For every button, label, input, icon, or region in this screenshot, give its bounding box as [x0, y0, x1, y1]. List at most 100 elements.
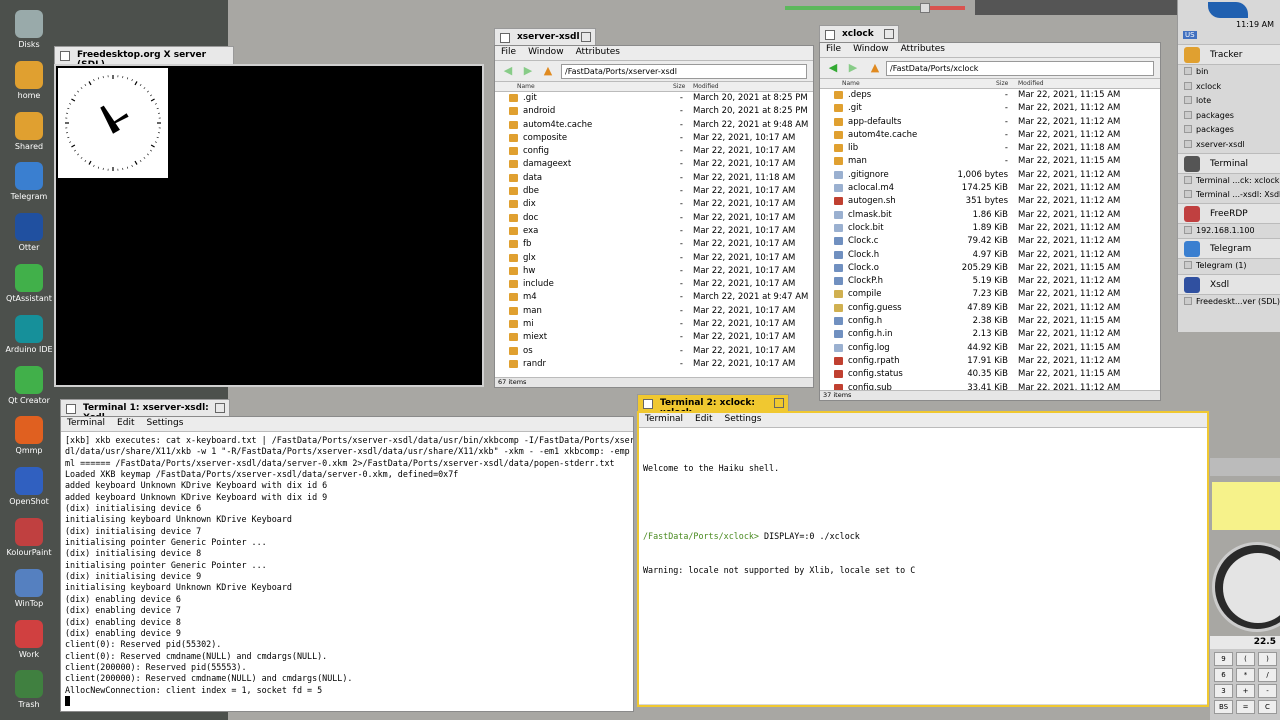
file-row[interactable]: fb - Mar 22, 2021, 10:17 AM	[495, 238, 813, 251]
file-row[interactable]: damageext - Mar 22, 2021, 10:17 AM	[495, 158, 813, 171]
menu-file[interactable]: File	[826, 44, 841, 54]
calc-key[interactable]: )	[1258, 652, 1277, 666]
file-list[interactable]: .git - March 20, 2021 at 8:25 PM android - Ma…	[495, 92, 813, 377]
deskbar-item[interactable]: Terminal ...ck: xclock	[1178, 174, 1280, 189]
file-row[interactable]: config.log 44.92 KiB Mar 22, 2021, 11:15 A…	[820, 342, 1160, 355]
file-row[interactable]: dbe - Mar 22, 2021, 10:17 AM	[495, 185, 813, 198]
calculator[interactable]: 22.5 9() 6 */ 3 + - BS = C	[1210, 636, 1280, 720]
deskbar-app-terminal[interactable]: Terminal	[1178, 152, 1280, 174]
file-row[interactable]: composite - Mar 22, 2021, 10:17 AM	[495, 132, 813, 145]
up-icon[interactable]: ▲	[541, 65, 555, 77]
col-name[interactable]: Name	[517, 83, 535, 90]
file-row[interactable]: Clock.h 4.97 KiB Mar 22, 2021, 11:12 AM	[820, 249, 1160, 262]
file-row[interactable]: include - Mar 22, 2021, 10:17 AM	[495, 278, 813, 291]
deskbar-item[interactable]: Telegram (1)	[1178, 259, 1280, 274]
desktop-icon-telegram[interactable]: Telegram	[4, 162, 54, 201]
sdl-window-tab[interactable]: Freedesktop.org X server (SDL)	[54, 46, 234, 70]
file-row[interactable]: glx - Mar 22, 2021, 10:17 AM	[495, 252, 813, 265]
file-row[interactable]: compile 7.23 KiB Mar 22, 2021, 11:12 AM	[820, 288, 1160, 301]
col-name[interactable]: Name	[842, 80, 860, 87]
close-icon[interactable]	[825, 30, 835, 40]
col-size[interactable]: Size	[996, 80, 1008, 87]
calc-key[interactable]: -	[1258, 684, 1277, 698]
menu-settings[interactable]: Settings	[724, 414, 761, 424]
menu-file[interactable]: File	[501, 47, 516, 57]
desktop-icon-otter[interactable]: Otter	[4, 213, 54, 252]
back-icon[interactable]: ◀	[826, 62, 840, 74]
deskbar-item[interactable]: lote	[1178, 94, 1280, 109]
deskbar-item[interactable]: xserver-xsdl	[1178, 138, 1280, 153]
desktop-icon-qt-creator[interactable]: Qt Creator	[4, 365, 54, 405]
fm2-tab[interactable]: xclock	[819, 25, 899, 43]
file-row[interactable]: config.sub 33.41 KiB Mar 22, 2021, 11:12 A…	[820, 382, 1160, 390]
clock-display[interactable]: 11:19 AM	[1236, 20, 1274, 29]
close-icon[interactable]	[643, 399, 653, 409]
deskbar-item[interactable]: packages	[1178, 109, 1280, 124]
deskbar-item[interactable]: Freedeskt...ver (SDL)	[1178, 295, 1280, 310]
sdl-window[interactable]	[54, 64, 484, 387]
deskbar-item[interactable]: bin	[1178, 65, 1280, 80]
file-row[interactable]: randr - Mar 22, 2021, 10:17 AM	[495, 358, 813, 371]
desktop-icon-qmmp[interactable]: Qmmp	[4, 416, 54, 455]
file-row[interactable]: data - Mar 22, 2021, 11:18 AM	[495, 172, 813, 185]
file-row[interactable]: config.rpath 17.91 KiB Mar 22, 2021, 11:12…	[820, 355, 1160, 368]
zoom-icon[interactable]	[581, 32, 591, 42]
file-row[interactable]: autom4te.cache - March 22, 2021 at 9:48 AM	[495, 119, 813, 132]
fm1-window[interactable]: File Window Attributes ◀ ▶ ▲ /FastData/Por…	[494, 45, 814, 388]
file-row[interactable]: Clock.c 79.42 KiB Mar 22, 2021, 11:12 AM	[820, 235, 1160, 248]
calc-key[interactable]: 6	[1214, 668, 1233, 682]
calc-key[interactable]: =	[1236, 700, 1255, 714]
close-icon[interactable]	[500, 33, 510, 43]
lang-indicator[interactable]: US	[1183, 31, 1197, 39]
volume-knob[interactable]	[920, 3, 930, 13]
file-row[interactable]: config - Mar 22, 2021, 10:17 AM	[495, 145, 813, 158]
file-row[interactable]: autogen.sh 351 bytes Mar 22, 2021, 11:12 A…	[820, 195, 1160, 208]
deskbar-item[interactable]: Terminal ...-xsdl: Xsdl	[1178, 188, 1280, 203]
volume-slider[interactable]	[785, 6, 965, 10]
calc-key[interactable]: (	[1236, 652, 1255, 666]
file-row[interactable]: .gitignore 1,006 bytes Mar 22, 2021, 11:12…	[820, 169, 1160, 182]
zoom-icon[interactable]	[774, 398, 784, 408]
zoom-icon[interactable]	[884, 29, 894, 39]
file-row[interactable]: m4 - March 22, 2021 at 9:47 AM	[495, 291, 813, 304]
file-row[interactable]: config.status 40.35 KiB Mar 22, 2021, 11:1…	[820, 368, 1160, 381]
calc-key[interactable]: C	[1258, 700, 1277, 714]
file-row[interactable]: clmask.bit 1.86 KiB Mar 22, 2021, 11:12 AM	[820, 209, 1160, 222]
desktop-icon-qtassistant[interactable]: QtAssistant	[4, 264, 54, 303]
file-row[interactable]: mi - Mar 22, 2021, 10:17 AM	[495, 318, 813, 331]
desktop-icon-arduino-ide[interactable]: Arduino IDE	[4, 314, 54, 354]
desktop-icon-home[interactable]: home	[4, 60, 54, 100]
zoom-icon[interactable]	[215, 403, 225, 413]
term2-window[interactable]: Terminal Edit Settings Welcome to the Haik…	[637, 411, 1209, 707]
calc-key[interactable]: +	[1236, 684, 1255, 698]
col-modified[interactable]: Modified	[1018, 80, 1044, 87]
fm2-window[interactable]: File Window Attributes ◀ ▶ ▲ /FastData/Por…	[819, 42, 1161, 401]
desktop-icon-kolourpaint[interactable]: KolourPaint	[4, 518, 54, 557]
close-icon[interactable]	[60, 51, 70, 61]
file-row[interactable]: hw - Mar 22, 2021, 10:17 AM	[495, 265, 813, 278]
terminal-output[interactable]: Welcome to the Haiku shell. /FastData/Po…	[639, 428, 1207, 704]
desktop-icon-trash[interactable]: Trash	[4, 670, 54, 709]
file-row[interactable]: android - March 20, 2021 at 8:25 PM	[495, 105, 813, 118]
menu-attributes[interactable]: Attributes	[576, 47, 620, 57]
file-row[interactable]: exa - Mar 22, 2021, 10:17 AM	[495, 225, 813, 238]
menu-edit[interactable]: Edit	[695, 414, 712, 424]
sticky-note[interactable]	[1212, 482, 1280, 530]
menu-terminal[interactable]: Terminal	[67, 418, 105, 428]
col-size[interactable]: Size	[673, 83, 685, 90]
file-row[interactable]: ClockP.h 5.19 KiB Mar 22, 2021, 11:12 AM	[820, 275, 1160, 288]
file-list[interactable]: .deps - Mar 22, 2021, 11:15 AM .git - Mar 22,…	[820, 89, 1160, 390]
file-row[interactable]: config.h.in 2.13 KiB Mar 22, 2021, 11:12 A…	[820, 328, 1160, 341]
file-row[interactable]: .git - Mar 22, 2021, 11:12 AM	[820, 102, 1160, 115]
deskbar-app-freerdp[interactable]: FreeRDP	[1178, 202, 1280, 224]
file-row[interactable]: Clock.o 205.29 KiB Mar 22, 2021, 11:15 AM	[820, 262, 1160, 275]
deskbar-app-telegram[interactable]: Telegram	[1178, 238, 1280, 260]
desktop-icon-openshot[interactable]: OpenShot	[4, 467, 54, 506]
file-row[interactable]: .git - March 20, 2021 at 8:25 PM	[495, 92, 813, 105]
file-row[interactable]: clock.bit 1.89 KiB Mar 22, 2021, 11:12 AM	[820, 222, 1160, 235]
forward-icon[interactable]: ▶	[521, 65, 535, 77]
term1-window[interactable]: Terminal Edit Settings [xkb] xkb executes:…	[60, 416, 634, 712]
file-row[interactable]: autom4te.cache - Mar 22, 2021, 11:12 AM	[820, 129, 1160, 142]
path-field[interactable]: /FastData/Ports/xclock	[886, 61, 1154, 76]
close-icon[interactable]	[66, 404, 76, 414]
